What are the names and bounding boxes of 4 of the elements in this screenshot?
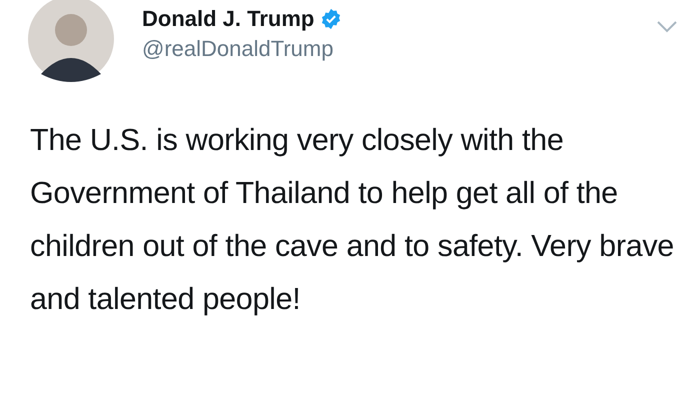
chevron-down-icon[interactable] (656, 20, 678, 34)
user-handle[interactable]: @realDonaldTrump (142, 36, 656, 62)
tweet-text: The U.S. is working very closely with the Government of Thailand to help get all of the children out of the cave and to safety. Very brave and talented people! (30, 122, 675, 318)
display-name[interactable]: Donald J. Trump (142, 6, 314, 32)
